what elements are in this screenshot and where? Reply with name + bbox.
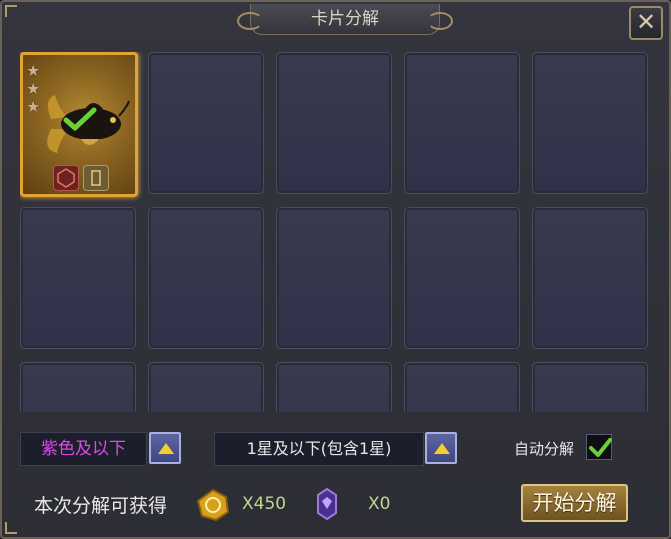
corner-ornament (5, 522, 17, 534)
card-slot-empty[interactable] (532, 207, 648, 349)
card-slot-empty[interactable] (148, 52, 264, 194)
gold-coin-icon (196, 488, 230, 522)
quality-filter-select[interactable]: 紫色及以下 (20, 432, 147, 466)
card-slot-empty[interactable] (404, 52, 520, 194)
star-rating: ★ ★ ★ (26, 63, 40, 115)
gold-reward-count: X450 (242, 494, 287, 514)
card-slot-empty[interactable] (404, 362, 520, 412)
window-title: 卡片分解 (311, 9, 379, 29)
card-slot-empty[interactable] (20, 207, 136, 349)
class-badge-icon (83, 165, 109, 191)
star-arrow-up-icon[interactable] (425, 432, 457, 464)
reward-label: 本次分解可获得 (34, 495, 168, 517)
card-slot-empty[interactable] (148, 362, 264, 412)
card-slot-empty[interactable] (276, 362, 392, 412)
star-icon: ★ (26, 97, 41, 116)
card-slot-empty[interactable] (276, 207, 392, 349)
decompose-panel: 卡片分解 ✕ ★ ★ ★ 紫色及以下 1星及以下(包含1星) 自动分解 本次分解… (0, 0, 671, 539)
quality-arrow-up-icon[interactable] (149, 432, 181, 464)
star-filter-select[interactable]: 1星及以下(包含1星) (214, 432, 424, 466)
auto-decompose-label: 自动分解 (514, 440, 575, 458)
corner-ornament (5, 5, 17, 17)
card-slot-empty[interactable] (276, 52, 392, 194)
title-ornament-icon (237, 12, 263, 30)
card-slot-empty[interactable] (404, 207, 520, 349)
star-icon: ★ (26, 79, 41, 98)
star-icon: ★ (26, 61, 41, 80)
selected-check-icon (63, 107, 97, 131)
check-icon (589, 438, 612, 457)
card-slot-empty[interactable] (20, 362, 136, 412)
card-slot-empty[interactable] (532, 52, 648, 194)
gem-reward-count: X0 (368, 494, 391, 514)
card-slot-empty[interactable] (148, 207, 264, 349)
title-ornament-icon (427, 12, 453, 30)
card-slot-selected[interactable]: ★ ★ ★ (20, 52, 138, 197)
card-grid: ★ ★ ★ (20, 52, 654, 412)
card-slot-empty[interactable] (532, 362, 648, 412)
purple-crystal-icon (317, 487, 337, 521)
start-decompose-button[interactable]: 开始分解 (521, 484, 628, 522)
close-icon: ✕ (635, 8, 657, 36)
element-badge-icon (53, 165, 79, 191)
title-banner: 卡片分解 (237, 4, 453, 35)
auto-decompose-checkbox[interactable] (586, 434, 612, 460)
close-button[interactable]: ✕ (629, 6, 663, 40)
